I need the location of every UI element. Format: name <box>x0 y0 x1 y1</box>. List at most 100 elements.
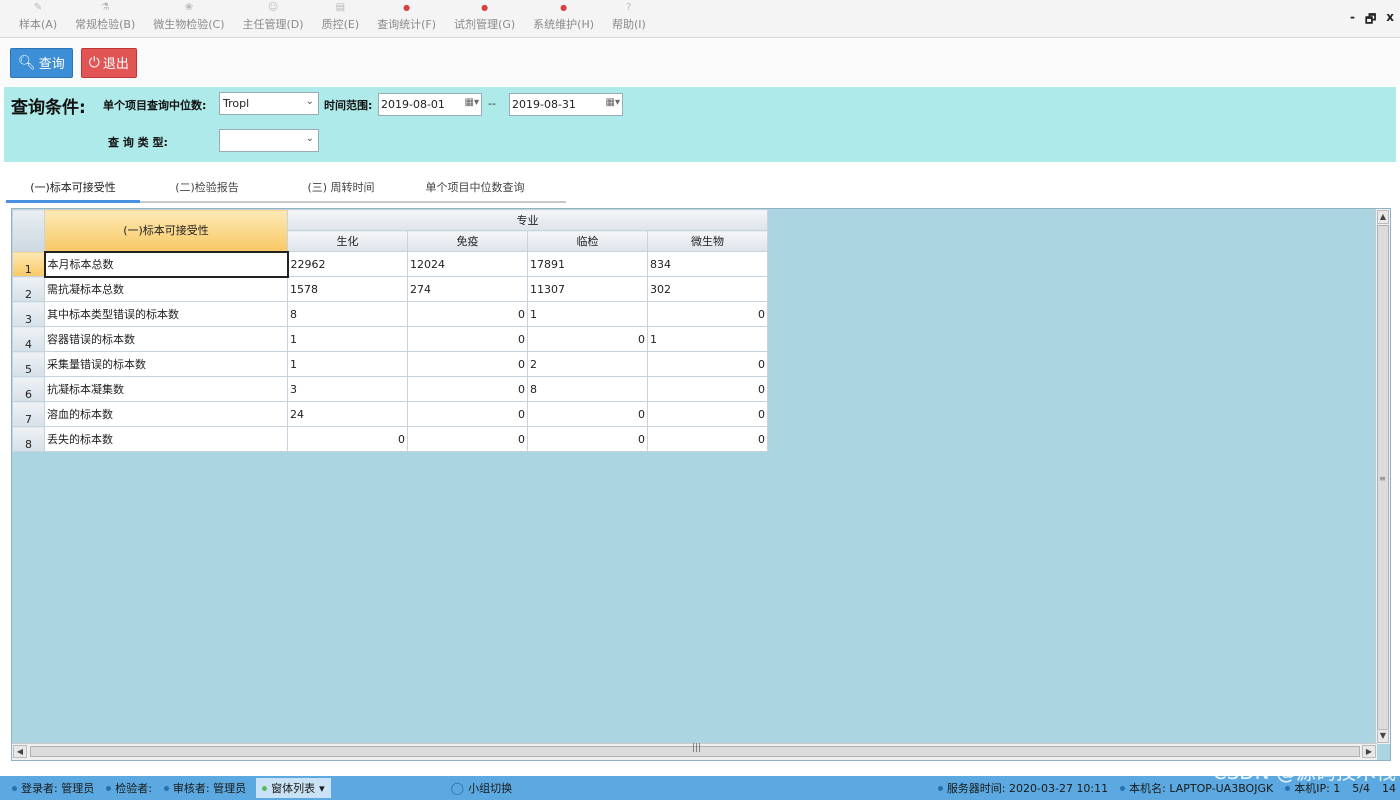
row-name-cell[interactable]: 本月标本总数 <box>43 250 289 278</box>
table-cell[interactable]: 24 <box>287 401 408 427</box>
vertical-scrollbar[interactable]: ▲ ≡ ▼ <box>1375 209 1390 744</box>
table-cell[interactable]: 0 <box>287 426 408 452</box>
grid-corner[interactable] <box>12 209 45 252</box>
table-cell[interactable]: 1 <box>287 351 408 377</box>
restore-button[interactable]: 🗗 <box>1365 10 1376 31</box>
minimize-button[interactable]: - <box>1350 10 1355 31</box>
table-row[interactable]: 8 丢失的标本数 0 0 0 0 <box>12 426 768 452</box>
calendar-icon[interactable]: ▦▾ <box>465 97 479 108</box>
table-cell[interactable]: 0 <box>647 351 768 377</box>
close-button[interactable]: x <box>1386 10 1394 31</box>
table-cell[interactable]: 302 <box>647 276 768 302</box>
table-cell[interactable]: 0 <box>647 426 768 452</box>
table-cell[interactable]: 2 <box>527 351 648 377</box>
row-name-cell[interactable]: 需抗凝标本总数 <box>44 276 288 302</box>
table-cell[interactable]: 0 <box>527 401 648 427</box>
table-cell[interactable]: 17891 <box>527 251 648 277</box>
table-cell[interactable]: 1 <box>287 326 408 352</box>
row-number[interactable]: 7 <box>12 401 45 427</box>
row-number[interactable]: 5 <box>12 351 45 377</box>
horizontal-scrollbar[interactable]: ◀ ||| ▶ <box>12 743 1377 760</box>
table-cell[interactable]: 274 <box>407 276 528 302</box>
row-number[interactable]: 2 <box>12 276 45 302</box>
group-switch[interactable]: ◯ 小组切换 <box>451 780 512 796</box>
exit-button[interactable]: ⏻ 退出 <box>80 47 137 78</box>
row-name-cell[interactable]: 容器错误的标本数 <box>44 326 288 352</box>
column-header[interactable]: 生化 <box>287 230 408 252</box>
table-cell[interactable]: 0 <box>407 401 528 427</box>
row-number[interactable]: 4 <box>12 326 45 352</box>
grid-body: 1 本月标本总数 22962 12024 17891 834 2 需抗凝标本总数 1578 274… <box>12 250 768 452</box>
scroll-down-icon[interactable]: ▼ <box>1377 729 1389 743</box>
table-cell[interactable]: 0 <box>407 301 528 327</box>
time-range-label: 时间范围: <box>324 99 373 112</box>
table-cell[interactable]: 8 <box>527 376 648 402</box>
table-cell[interactable]: 0 <box>527 426 648 452</box>
exit-button-label: 退出 <box>102 57 129 72</box>
query-type-select[interactable]: ⌄ <box>219 129 319 152</box>
column-header[interactable]: 微生物 <box>647 230 768 252</box>
table-cell[interactable]: 0 <box>647 376 768 402</box>
table-cell[interactable]: 0 <box>407 351 528 377</box>
date-from-picker[interactable]: 2019-08-01 ▦▾ <box>378 93 482 116</box>
grid-group-header[interactable]: 专业 <box>287 209 768 231</box>
table-row[interactable]: 1 本月标本总数 22962 12024 17891 834 <box>12 250 768 278</box>
menu-item[interactable]: ● 试剂管理(G) <box>445 2 524 37</box>
column-header[interactable]: 临检 <box>527 230 648 252</box>
window-list-dropdown[interactable]: 窗体列表 ▾ <box>256 778 331 798</box>
table-cell[interactable]: 22962 <box>287 251 408 277</box>
grid-first-header[interactable]: (一)标本可接受性 <box>44 209 288 252</box>
table-cell[interactable]: 0 <box>647 301 768 327</box>
table-cell[interactable]: 1578 <box>287 276 408 302</box>
table-cell[interactable]: 0 <box>407 376 528 402</box>
row-name-cell[interactable]: 其中标本类型错误的标本数 <box>44 301 288 327</box>
power-icon: ⏻ <box>88 54 100 71</box>
table-cell[interactable]: 8 <box>287 301 408 327</box>
column-header[interactable]: 免疫 <box>407 230 528 252</box>
row-number[interactable]: 8 <box>12 426 45 452</box>
menu-item[interactable]: ● 查询统计(F) <box>368 2 445 37</box>
row-name-cell[interactable]: 采集量错误的标本数 <box>44 351 288 377</box>
query-button[interactable]: 🔍︎ 查询 <box>10 47 73 78</box>
row-name-cell[interactable]: 抗凝标本凝集数 <box>44 376 288 402</box>
row-number[interactable]: 1 <box>12 251 45 277</box>
status-checker: 检验者: <box>106 780 152 796</box>
table-row[interactable]: 7 溶血的标本数 24 0 0 0 <box>12 401 768 427</box>
menu-item[interactable]: ● 系统维护(H) <box>524 2 603 37</box>
table-cell[interactable]: 0 <box>407 326 528 352</box>
table-row[interactable]: 2 需抗凝标本总数 1578 274 11307 302 <box>12 276 768 302</box>
row-number[interactable]: 3 <box>12 301 45 327</box>
table-cell[interactable]: 1 <box>647 326 768 352</box>
row-number[interactable]: 6 <box>12 376 45 402</box>
table-cell[interactable]: 0 <box>407 426 528 452</box>
calendar-icon[interactable]: ▦▾ <box>606 97 620 108</box>
tab[interactable]: (一)标本可接受性 <box>6 173 140 203</box>
table-cell[interactable]: 3 <box>287 376 408 402</box>
menu-item[interactable]: ▤ 质控(E) <box>313 2 369 37</box>
table-cell[interactable]: 1 <box>527 301 648 327</box>
scroll-up-icon[interactable]: ▲ <box>1377 210 1389 224</box>
scroll-left-icon[interactable]: ◀ <box>13 745 27 758</box>
menu-item[interactable]: ❀ 微生物检验(C) <box>144 2 233 37</box>
tab[interactable]: (二)检验报告 <box>140 173 274 201</box>
table-row[interactable]: 4 容器错误的标本数 1 0 0 1 <box>12 326 768 352</box>
table-cell[interactable]: 834 <box>647 251 768 277</box>
menu-item[interactable]: ? 帮助(I) <box>603 2 655 37</box>
row-name-cell[interactable]: 溶血的标本数 <box>44 401 288 427</box>
table-row[interactable]: 5 采集量错误的标本数 1 0 2 0 <box>12 351 768 377</box>
menu-item[interactable]: ⚗ 常规检验(B) <box>66 2 144 37</box>
menu-item[interactable]: ✎ 样本(A) <box>10 2 66 37</box>
tab[interactable]: 单个项目中位数查询 <box>408 173 542 201</box>
tab[interactable]: (三) 周转时间 <box>274 173 408 201</box>
date-to-picker[interactable]: 2019-08-31 ▦▾ <box>509 93 623 116</box>
table-cell[interactable]: 0 <box>527 326 648 352</box>
table-row[interactable]: 3 其中标本类型错误的标本数 8 0 1 0 <box>12 301 768 327</box>
table-row[interactable]: 6 抗凝标本凝集数 3 0 8 0 <box>12 376 768 402</box>
table-cell[interactable]: 11307 <box>527 276 648 302</box>
median-select[interactable]: Tropl ⌄ <box>219 92 319 115</box>
row-name-cell[interactable]: 丢失的标本数 <box>44 426 288 452</box>
dot-icon <box>12 785 17 791</box>
table-cell[interactable]: 0 <box>647 401 768 427</box>
menu-item[interactable]: ☺ 主任管理(D) <box>234 2 313 37</box>
table-cell[interactable]: 12024 <box>407 251 528 277</box>
